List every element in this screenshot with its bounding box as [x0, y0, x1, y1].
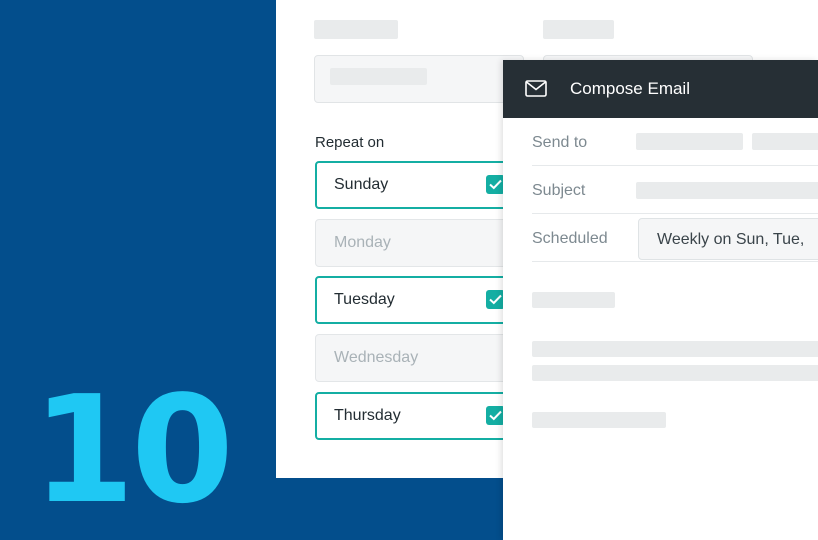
placeholder-date-value [330, 68, 427, 85]
placeholder-label-end [543, 20, 614, 39]
send-to-label: Send to [532, 134, 588, 151]
scheduled-label: Scheduled [532, 230, 608, 247]
start-date-field[interactable] [314, 55, 543, 103]
checkmark-icon [489, 294, 502, 305]
schedule-value: Weekly on Sun, Tue, [657, 231, 805, 248]
placeholder-recipient [636, 133, 743, 150]
compose-title: Compose Email [570, 79, 690, 98]
day-label: Thursday [334, 407, 401, 424]
checkmark-icon [489, 179, 502, 190]
schedule-field[interactable]: Weekly on Sun, Tue, [638, 218, 818, 260]
placeholder-subject [636, 182, 818, 199]
placeholder-body-line [532, 365, 818, 381]
day-option-monday[interactable]: Monday [315, 219, 535, 267]
day-option-thursday[interactable]: Thursday [315, 392, 535, 440]
divider [532, 213, 818, 214]
day-label: Tuesday [334, 291, 395, 308]
checkmark-icon [489, 410, 502, 421]
placeholder-recipient [752, 133, 818, 150]
day-label: Sunday [334, 176, 389, 193]
compose-email-panel: Compose Email Send to Subject Scheduled … [503, 60, 818, 540]
day-label: Monday [334, 234, 391, 251]
mail-icon [525, 80, 547, 97]
repeat-on-label: Repeat on [315, 134, 385, 151]
divider [532, 165, 818, 166]
day-option-sunday[interactable]: Sunday [315, 161, 535, 209]
placeholder-body-heading [532, 292, 615, 308]
compose-header: Compose Email [503, 60, 818, 118]
day-option-tuesday[interactable]: Tuesday [315, 276, 535, 324]
day-label: Wednesday [334, 349, 419, 366]
big-number: 10 [32, 364, 234, 536]
placeholder-body-line [532, 341, 818, 357]
divider [532, 261, 818, 262]
subject-label: Subject [532, 182, 586, 199]
placeholder-body-line [532, 412, 666, 428]
placeholder-label-start [314, 20, 398, 39]
day-option-wednesday[interactable]: Wednesday [315, 334, 535, 382]
